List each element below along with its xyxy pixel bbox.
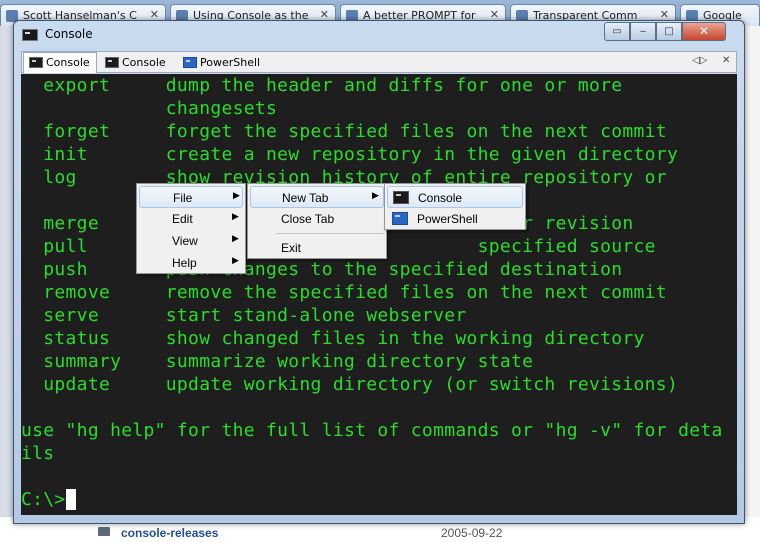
- tab-scroll-left-icon[interactable]: ◁▷: [692, 55, 707, 66]
- powershell-icon: [392, 212, 408, 225]
- terminal-line: update update working directory (or swit…: [21, 374, 679, 395]
- menu-item-label: Exit: [281, 241, 302, 255]
- terminal-line: push push changes to the specified desti…: [21, 259, 623, 280]
- menu-item-help[interactable]: Help ▶: [139, 252, 243, 274]
- console-tab-strip: Console Console PowerShell ◁▷ ✕: [21, 51, 737, 73]
- tab-label: PowerShell: [200, 56, 261, 69]
- menu-item-label: Close Tab: [281, 212, 335, 226]
- menu-item-label: Console: [418, 191, 463, 205]
- terminal-line: init create a new repository in the give…: [21, 144, 679, 165]
- terminal-line: serve start stand-alone webserver: [21, 305, 467, 326]
- terminal-line: remove remove the specified files on the…: [21, 282, 667, 303]
- context-menu: File ▶ Edit ▶ View ▶ Help ▶: [136, 183, 246, 274]
- menu-item-exit[interactable]: Exit: [250, 237, 384, 259]
- console-app-icon: [22, 29, 38, 41]
- terminal-line: status show changed files in the working…: [21, 328, 645, 349]
- terminal-line: export dump the header and diffs for one…: [21, 75, 623, 96]
- folder-icon: [98, 527, 110, 536]
- close-button[interactable]: ✕: [682, 22, 726, 41]
- caption-buttons: ▭ ‒ □ ✕: [604, 22, 740, 42]
- terminal-line: changesets: [21, 98, 278, 119]
- submenu-arrow-icon: ▶: [372, 190, 379, 200]
- tab-label: Console: [46, 56, 90, 69]
- title-bar[interactable]: Console ▭ ‒ □ ✕: [14, 21, 744, 49]
- minimize-button[interactable]: ‒: [630, 22, 656, 41]
- restore-button[interactable]: ▭: [604, 22, 630, 41]
- window-title: Console: [45, 27, 93, 41]
- menu-item-label: File: [173, 191, 193, 205]
- menu-item-view[interactable]: View ▶: [139, 230, 243, 252]
- background-left-strip: [0, 26, 14, 542]
- menu-item-edit[interactable]: Edit ▶: [139, 208, 243, 230]
- terminal-line: forget forget the specified files on the…: [21, 121, 667, 142]
- submenu-arrow-icon: ▶: [232, 211, 239, 221]
- new-tab-submenu: Console PowerShell: [384, 183, 526, 230]
- menu-item-label: PowerShell: [417, 212, 478, 226]
- menu-separator: [276, 233, 384, 234]
- console-icon: [105, 57, 119, 68]
- menu-item-file[interactable]: File ▶: [139, 186, 243, 208]
- tab-label: Console: [122, 56, 166, 69]
- console-icon: [393, 191, 409, 204]
- menu-item-new-powershell[interactable]: PowerShell: [387, 208, 523, 230]
- folder-date: 2005-09-22: [441, 526, 503, 540]
- menu-item-label: View: [172, 234, 198, 248]
- terminal-line: ils: [21, 443, 55, 464]
- submenu-arrow-icon: ▶: [233, 190, 240, 200]
- file-submenu: New Tab ▶ Close Tab Exit: [247, 183, 387, 259]
- folder-link[interactable]: console-releases: [121, 526, 218, 540]
- menu-item-close-tab[interactable]: Close Tab: [250, 208, 384, 230]
- terminal-area[interactable]: export dump the header and diffs for one…: [21, 74, 737, 515]
- submenu-arrow-icon: ▶: [232, 255, 239, 265]
- terminal-line: C:\>: [21, 489, 66, 510]
- console-window: Console ▭ ‒ □ ✕ Console Console PowerShe…: [13, 20, 745, 524]
- tab-console-1[interactable]: Console: [23, 52, 97, 73]
- text-cursor: [66, 489, 76, 510]
- tab-console-2[interactable]: Console: [100, 53, 176, 72]
- menu-item-new-tab[interactable]: New Tab ▶: [250, 186, 384, 208]
- menu-item-label: New Tab: [282, 191, 329, 205]
- maximize-button[interactable]: □: [656, 22, 682, 41]
- background-scrollbar[interactable]: [744, 26, 760, 542]
- menu-item-label: Edit: [172, 212, 193, 226]
- menu-item-label: Help: [172, 256, 197, 270]
- console-icon: [29, 57, 43, 68]
- terminal-line: use "hg help" for the full list of comma…: [21, 420, 723, 441]
- submenu-arrow-icon: ▶: [232, 233, 239, 243]
- menu-item-new-console[interactable]: Console: [387, 186, 523, 208]
- tab-close-icon[interactable]: ✕: [722, 55, 730, 66]
- tab-powershell[interactable]: PowerShell: [178, 53, 266, 72]
- powershell-icon: [183, 57, 197, 68]
- terminal-line: summary summarize working directory stat…: [21, 351, 534, 372]
